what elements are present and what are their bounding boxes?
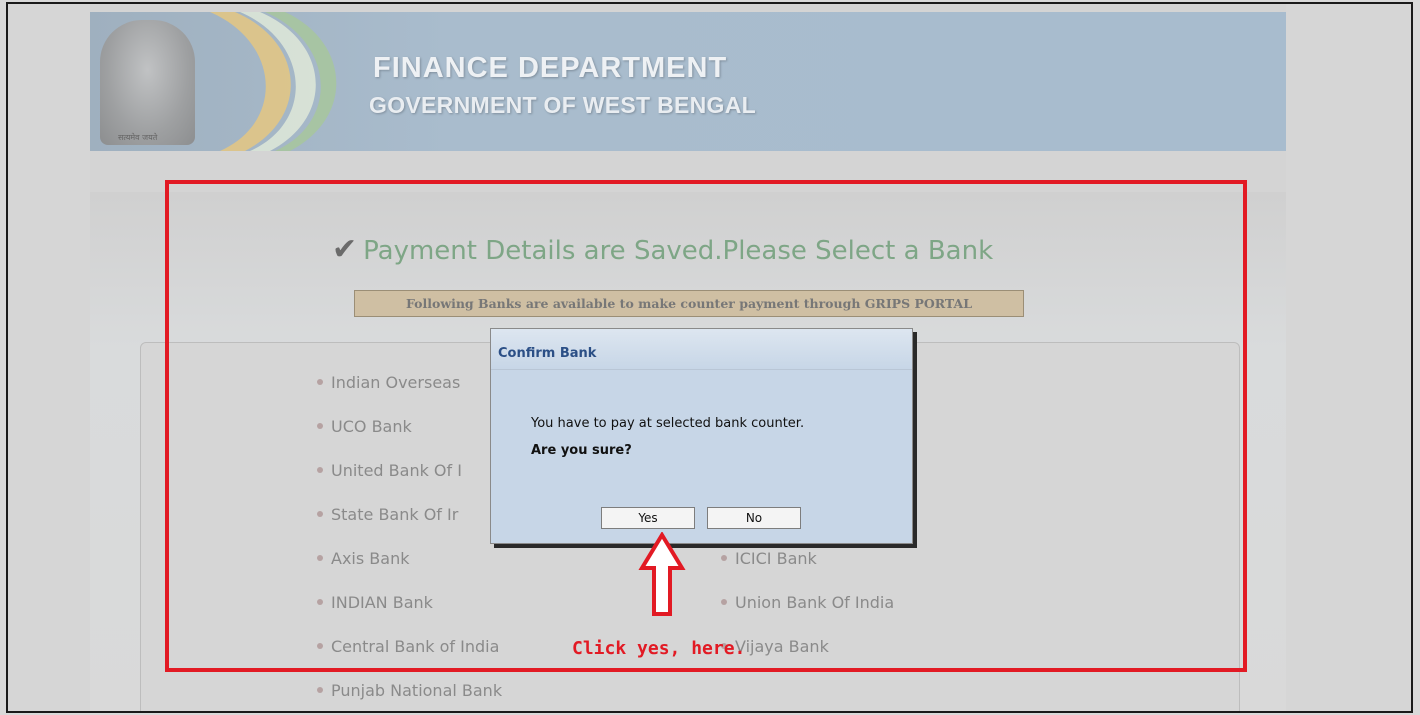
screenshot-frame: सत्यमेव जयते FINANCE DEPARTMENT GOVERNME… <box>6 2 1413 713</box>
no-button[interactable]: No <box>707 507 801 529</box>
up-arrow-icon <box>638 532 686 616</box>
bullet-icon <box>317 686 323 693</box>
emblem-caption: सत्यमेव जयते <box>118 133 158 142</box>
header-banner: सत्यमेव जयते FINANCE DEPARTMENT GOVERNME… <box>90 12 1286 151</box>
banner-subtitle: GOVERNMENT OF WEST BENGAL <box>369 92 756 118</box>
banner-title: FINANCE DEPARTMENT <box>373 52 728 84</box>
dialog-title: Confirm Bank <box>498 346 597 361</box>
swoosh-decoration-icon <box>210 12 337 151</box>
dialog-title-bar: Confirm Bank <box>491 329 912 370</box>
confirm-bank-dialog: Confirm Bank You have to pay at selected… <box>490 328 913 544</box>
state-emblem-icon <box>100 20 195 145</box>
yes-button[interactable]: Yes <box>601 507 695 529</box>
bank-option[interactable]: Punjab National Bank <box>317 681 502 700</box>
dialog-message: You have to pay at selected bank counter… <box>531 416 805 431</box>
dialog-question: Are you sure? <box>531 443 632 458</box>
click-yes-annotation: Click yes, here. <box>572 638 746 659</box>
